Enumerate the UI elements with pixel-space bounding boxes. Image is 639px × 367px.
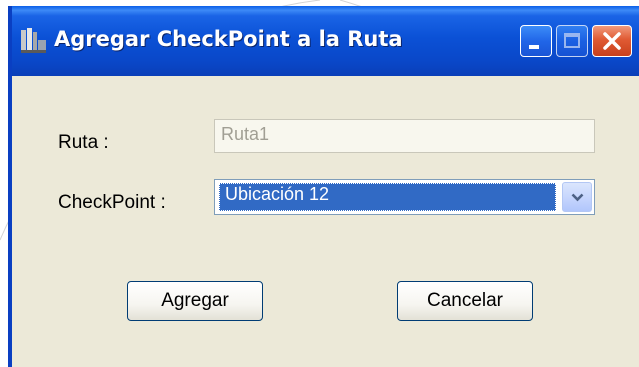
agregar-button[interactable]: Agregar <box>127 281 263 321</box>
minimize-button[interactable] <box>520 25 552 57</box>
ruta-field: Ruta1 <box>214 119 595 153</box>
dropdown-arrow-button[interactable] <box>562 182 592 212</box>
chevron-down-icon <box>571 193 584 202</box>
checkpoint-dropdown[interactable]: Ubicación 12 <box>214 179 595 215</box>
title-bar[interactable]: Agregar CheckPoint a la Ruta <box>12 6 639 76</box>
maximize-button[interactable] <box>556 25 588 57</box>
checkpoint-selected-value[interactable]: Ubicación 12 <box>219 183 556 211</box>
window-title: Agregar CheckPoint a la Ruta <box>54 27 403 51</box>
ruta-label: Ruta : <box>58 132 109 153</box>
route-app-icon <box>21 28 46 53</box>
dialog-window: Agregar CheckPoint a la Ruta Ruta : Ruta… <box>8 6 639 367</box>
minimize-icon <box>529 45 539 49</box>
maximize-icon <box>564 33 580 48</box>
close-icon <box>603 32 621 50</box>
cancelar-button[interactable]: Cancelar <box>397 281 533 321</box>
close-button[interactable] <box>592 25 632 57</box>
checkpoint-label: CheckPoint : <box>58 192 166 213</box>
